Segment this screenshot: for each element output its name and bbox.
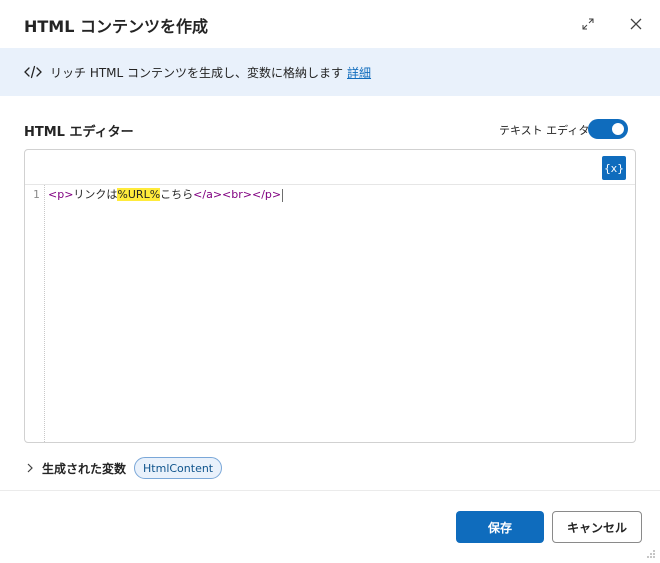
insert-variable-button[interactable]: {x} <box>602 156 626 180</box>
variable-chip[interactable]: HtmlContent <box>134 457 223 479</box>
close-button[interactable] <box>626 14 646 34</box>
code-text-after: こちら <box>160 188 194 201</box>
resize-grip-icon[interactable] <box>646 549 656 559</box>
details-link[interactable]: 詳細 <box>347 64 371 81</box>
text-editor-toggle[interactable] <box>588 119 628 139</box>
a-close-tag: </a> <box>193 188 223 201</box>
p-close-tag: </p> <box>252 188 282 201</box>
code-icon <box>24 63 42 81</box>
chevron-right-icon[interactable] <box>24 462 36 474</box>
url-variable: %URL% <box>117 188 161 201</box>
text-editor-toggle-label: テキスト エディター <box>499 124 601 137</box>
expand-icon <box>582 18 594 30</box>
text-cursor <box>282 188 284 202</box>
footer-divider <box>0 490 660 491</box>
info-banner: リッチ HTML コンテンツを生成し、変数に格納します 詳細 <box>0 48 660 96</box>
banner-description: リッチ HTML コンテンツを生成し、変数に格納します <box>50 65 344 80</box>
generated-variables-label[interactable]: 生成された変数 <box>42 460 126 477</box>
expand-button[interactable] <box>578 14 598 34</box>
html-editor[interactable]: {x} 1 <p>リンクは%URL%こちら</a><br></p> <box>24 149 636 443</box>
line-gutter <box>25 185 45 442</box>
generated-variables-row: 生成された変数 HtmlContent <box>24 456 223 480</box>
close-icon <box>630 18 642 30</box>
cancel-button[interactable]: キャンセル <box>552 511 642 543</box>
html-editor-label: HTML エディター <box>24 125 134 140</box>
save-button[interactable]: 保存 <box>456 511 544 543</box>
dialog-title: HTML コンテンツを作成 <box>24 17 208 36</box>
p-open-tag: <p> <box>48 188 74 201</box>
line-number: 1 <box>33 188 40 201</box>
toggle-knob <box>612 123 624 135</box>
br-tag: <br> <box>222 188 252 201</box>
code-text-before: リンクは <box>73 188 118 201</box>
editor-toolbar: {x} <box>25 150 635 185</box>
dialog-header: HTML コンテンツを作成 <box>0 0 660 48</box>
code-line[interactable]: <p>リンクは%URL%こちら</a><br></p> <box>48 187 284 203</box>
